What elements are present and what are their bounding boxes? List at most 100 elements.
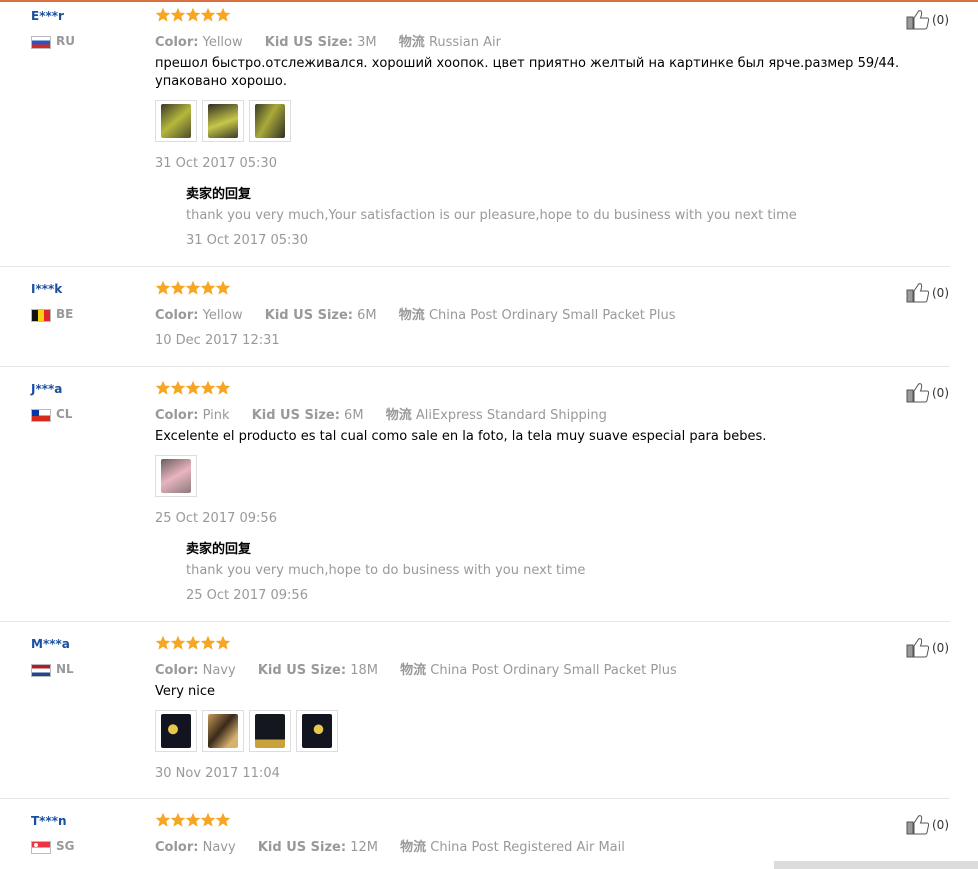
helpful-button[interactable]: (0) <box>906 382 949 403</box>
horizontal-scrollbar[interactable] <box>774 861 978 869</box>
yellow-romper-photo-2 <box>208 104 238 138</box>
shipping-value: AliExpress Standard Shipping <box>415 408 607 423</box>
size-label: Kid US Size: <box>251 408 340 423</box>
review-text: прешол быстро.отслеживался. хороший хооп… <box>155 56 900 89</box>
five-star-rating <box>155 280 231 295</box>
color-label: Color: <box>155 308 199 323</box>
five-star-rating <box>155 812 231 827</box>
shipping-value: Russian Air <box>428 35 501 50</box>
five-star-rating <box>155 635 231 650</box>
netherlands-flag-icon <box>31 664 51 677</box>
seller-reply-date: 25 Oct 2017 09:56 <box>186 588 308 603</box>
review-photos <box>155 455 197 497</box>
order-attributes: Color: Yellow Kid US Size: 6M 物流 China P… <box>155 304 676 323</box>
country-code: SG <box>56 839 75 853</box>
color-label: Color: <box>155 35 199 50</box>
pink-romper-photo-1 <box>161 459 191 493</box>
size-value: 6M <box>357 308 377 323</box>
country-code: NL <box>56 662 74 676</box>
review-date: 25 Oct 2017 09:56 <box>155 511 277 526</box>
review-photo-thumbnail[interactable] <box>155 100 197 142</box>
review-username[interactable]: I***k <box>31 282 62 296</box>
yellow-romper-photo-1 <box>161 104 191 138</box>
review-date: 10 Dec 2017 12:31 <box>155 333 280 348</box>
order-attributes: Color: Yellow Kid US Size: 3M 物流 Russian… <box>155 31 501 50</box>
shipping-value: China Post Ordinary Small Packet Plus <box>428 308 676 323</box>
review-text: Excelente el producto es tal cual como s… <box>155 429 767 444</box>
thumbs-up-icon <box>906 383 930 403</box>
review-username[interactable]: E***r <box>31 9 64 23</box>
review-photo-thumbnail[interactable] <box>155 455 197 497</box>
review-item: M***a NL Color: Navy Kid US Size: 18M 物流… <box>0 635 950 799</box>
seller-reply-title: 卖家的回复 <box>186 542 252 557</box>
helpful-count: (0) <box>932 285 949 300</box>
seller-reply-text: thank you very much,Your satisfaction is… <box>186 208 797 223</box>
review-photo-thumbnail[interactable] <box>249 100 291 142</box>
review-text: Very nice <box>155 684 216 699</box>
color-label: Color: <box>155 840 199 855</box>
country-code: RU <box>56 34 75 48</box>
review-date: 31 Oct 2017 05:30 <box>155 156 277 171</box>
seller-reply-title: 卖家的回复 <box>186 187 252 202</box>
review-photo-thumbnail[interactable] <box>202 100 244 142</box>
review-photos <box>155 710 338 752</box>
size-value: 6M <box>344 408 364 423</box>
size-label: Kid US Size: <box>264 308 353 323</box>
russia-flag-icon <box>31 36 51 49</box>
helpful-button[interactable]: (0) <box>906 637 949 658</box>
review-username[interactable]: T***n <box>31 814 67 828</box>
navy-romper-photo-1 <box>161 714 191 748</box>
shipping-value: China Post Registered Air Mail <box>430 840 625 855</box>
review-photo-thumbnail[interactable] <box>249 710 291 752</box>
order-attributes: Color: Navy Kid US Size: 18M 物流 China Po… <box>155 659 677 678</box>
size-label: Kid US Size: <box>264 35 353 50</box>
review-username[interactable]: M***a <box>31 637 70 651</box>
color-label: Color: <box>155 408 199 423</box>
navy-romper-photo-4 <box>302 714 332 748</box>
helpful-button[interactable]: (0) <box>906 9 949 30</box>
review-photo-thumbnail[interactable] <box>155 710 197 752</box>
color-value: Navy <box>202 840 236 855</box>
five-star-rating <box>155 7 231 22</box>
helpful-button[interactable]: (0) <box>906 282 949 303</box>
shipping-label: 物流 <box>398 308 425 323</box>
shipping-label: 物流 <box>400 663 427 678</box>
review-item: E***r RU Color: Yellow Kid US Size: 3M 物… <box>0 7 950 267</box>
navy-romper-photo-3 <box>255 714 285 748</box>
thumbs-up-icon <box>906 638 930 658</box>
color-value: Navy <box>202 663 236 678</box>
singapore-flag-icon <box>31 841 51 854</box>
shipping-label: 物流 <box>385 408 412 423</box>
chile-flag-icon <box>31 409 51 422</box>
thumbs-up-icon <box>906 283 930 303</box>
color-label: Color: <box>155 663 199 678</box>
color-value: Yellow <box>202 35 243 50</box>
helpful-count: (0) <box>932 817 949 832</box>
country-code: CL <box>56 407 73 421</box>
country-code: BE <box>56 307 74 321</box>
review-photos <box>155 100 291 142</box>
top-accent-line <box>0 0 978 2</box>
review-item: I***k BE Color: Yellow Kid US Size: 6M 物… <box>0 280 950 367</box>
yellow-romper-photo-3 <box>255 104 285 138</box>
seller-reply-text: thank you very much,hope to do business … <box>186 563 586 578</box>
color-value: Yellow <box>202 308 243 323</box>
review-photo-thumbnail[interactable] <box>296 710 338 752</box>
size-label: Kid US Size: <box>257 663 347 678</box>
shipping-label: 物流 <box>400 840 427 855</box>
size-label: Kid US Size: <box>257 840 347 855</box>
review-photo-thumbnail[interactable] <box>202 710 244 752</box>
thumbs-up-icon <box>906 815 930 835</box>
helpful-count: (0) <box>932 385 949 400</box>
review-username[interactable]: J***a <box>31 382 62 396</box>
navy-romper-photo-2 <box>208 714 238 748</box>
order-attributes: Color: Navy Kid US Size: 12M 物流 China Po… <box>155 836 625 855</box>
helpful-button[interactable]: (0) <box>906 814 949 835</box>
belgium-flag-icon <box>31 309 51 322</box>
size-value: 18M <box>350 663 378 678</box>
size-value: 12M <box>350 840 378 855</box>
review-date: 30 Nov 2017 11:04 <box>155 766 280 781</box>
review-item: J***a CL Color: Pink Kid US Size: 6M 物流 … <box>0 380 950 622</box>
seller-reply-date: 31 Oct 2017 05:30 <box>186 233 308 248</box>
helpful-count: (0) <box>932 640 949 655</box>
